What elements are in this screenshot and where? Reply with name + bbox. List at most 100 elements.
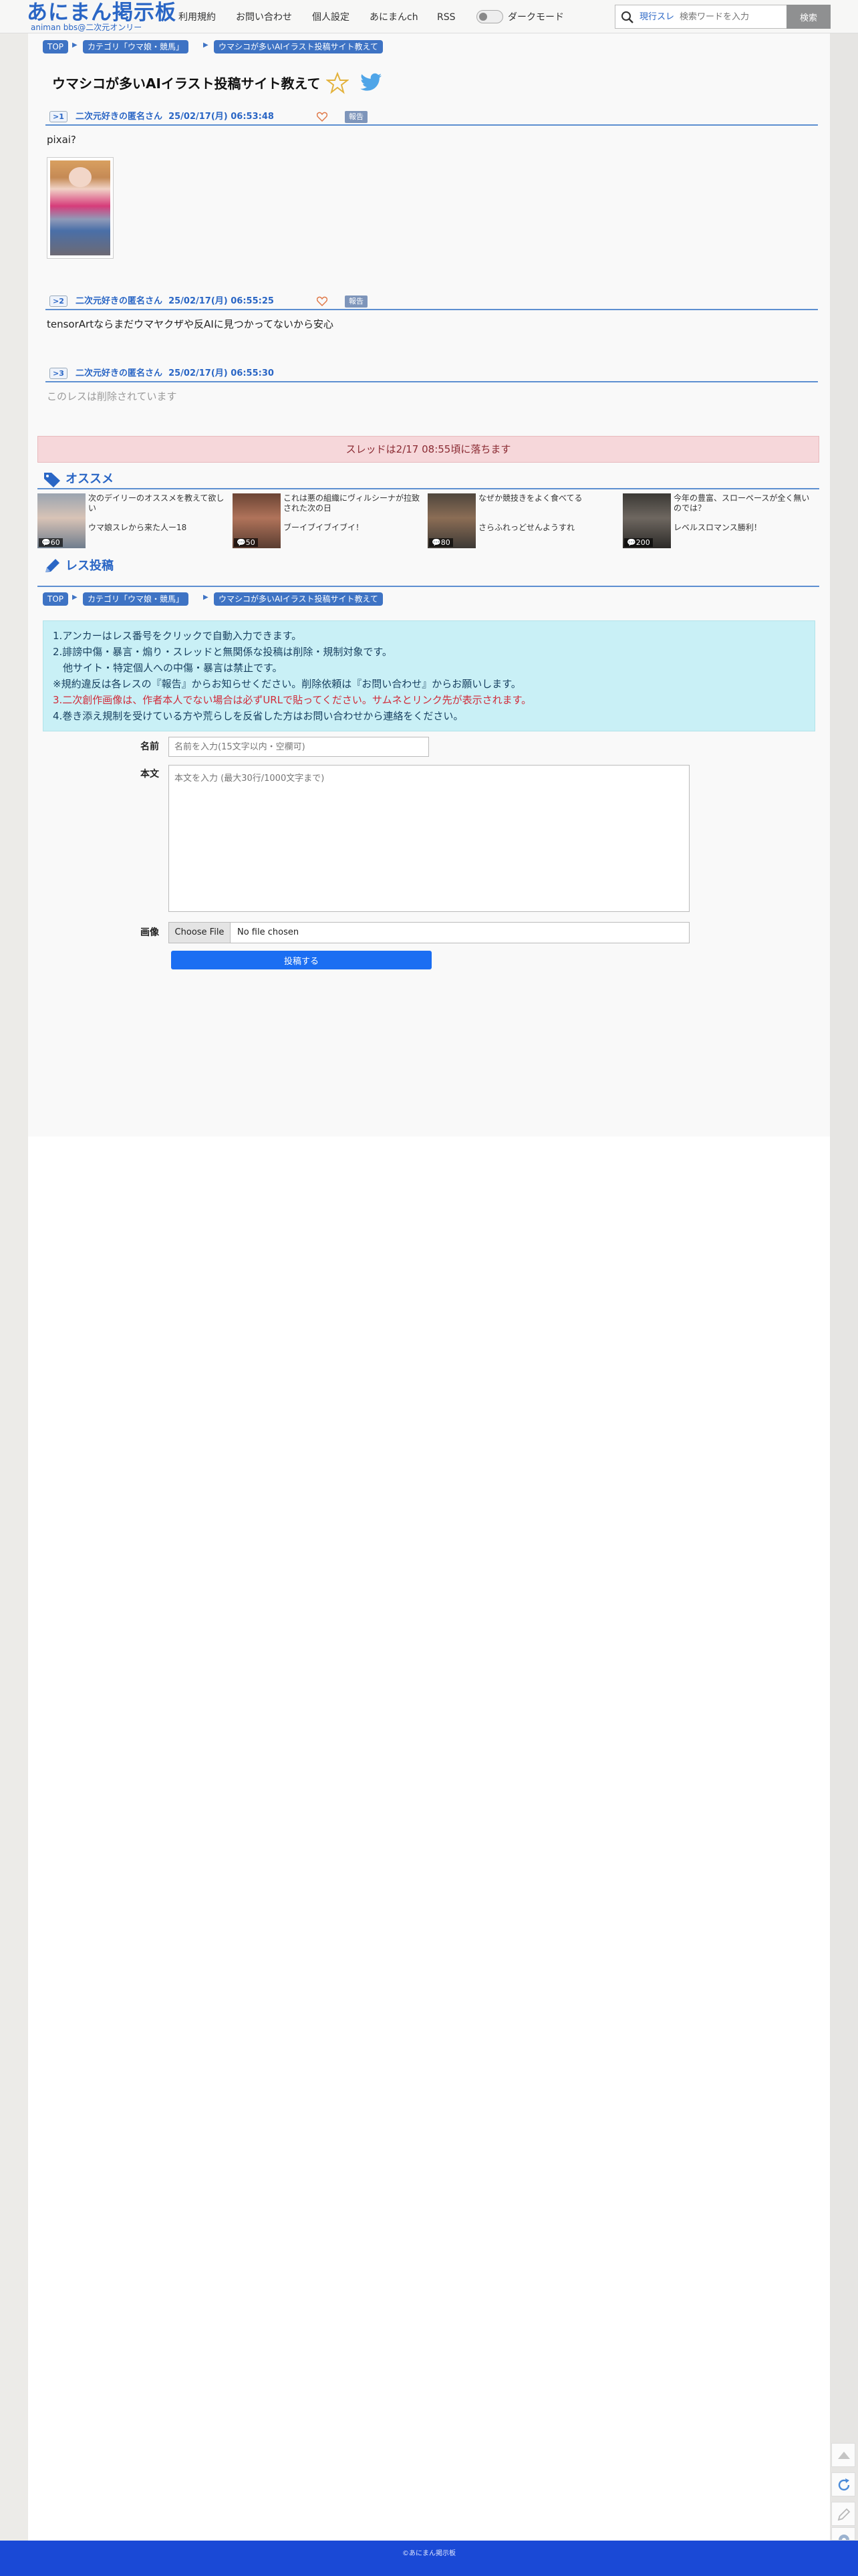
search-trend-link[interactable]: 現行スレ (639, 11, 674, 23)
post-date: 25/02/17(月) 06:55:30 (168, 368, 274, 378)
post-author-date: 二次元好きの匿名さん 25/02/17(月) 06:55:30 (76, 367, 274, 380)
reply-count: 80 (440, 538, 450, 547)
logo-subtitle: animan bbs@二次元オンリー (31, 23, 142, 32)
recommend-thumbnail: 💬80 (428, 493, 476, 548)
site-logo[interactable]: あにまん掲示板 animan bbs@二次元オンリー (27, 1, 176, 32)
thread-title: ウマシコが多いAIイラスト投稿サイト教えて (52, 76, 321, 92)
footer-copyright: ©あにまん掲示板 (402, 2550, 456, 2557)
breadcrumb-top[interactable]: TOP (43, 592, 69, 606)
reply-count: 50 (245, 538, 255, 547)
reply-count-badge: 💬60 (39, 538, 63, 547)
submit-button[interactable]: 投稿する (171, 951, 432, 969)
heart-icon[interactable] (317, 296, 327, 306)
search-button[interactable]: 検索 (786, 5, 831, 29)
recommend-item[interactable]: 💬80 なぜか競技きをよく食べてる さらふれっどせんようすれ (428, 493, 620, 548)
post-author: 二次元好きの匿名さん (76, 112, 163, 122)
dark-mode-label: ダークモード (508, 12, 564, 23)
recommend-item-title: 次のデイリーのオススメを教えて欲しい (88, 493, 225, 513)
recommend-item[interactable]: 💬50 これは悪の組織にヴィルシーナが拉致された次の日 ブーイブイブイブイ！ (233, 493, 425, 548)
settings-button[interactable] (831, 2527, 855, 2541)
recommend-thumbnail: 💬200 (623, 493, 671, 548)
write-button[interactable] (831, 2502, 855, 2526)
section-divider (37, 586, 819, 587)
post-anchor-number[interactable]: >2 (49, 296, 67, 307)
posting-rules: 1.アンカーはレス番号をクリックで自動入力できます。 2.誹謗中傷・暴言・煽り・… (43, 620, 815, 731)
arrow-up-icon (838, 2452, 850, 2459)
reply-count: 60 (50, 538, 60, 547)
post-date: 25/02/17(月) 06:55:25 (168, 296, 274, 306)
nav-animanch-link[interactable]: あにまんch (370, 11, 418, 24)
file-status: No file chosen (237, 927, 299, 937)
name-input[interactable] (168, 737, 429, 757)
reload-button[interactable] (831, 2472, 855, 2496)
recommend-item[interactable]: 💬200 今年の豊富、スローペースが全く無いのでは？ レベルスロマンス勝利！ (623, 493, 815, 548)
search-box: 現行スレ 検索 (615, 5, 831, 29)
reply-title: レス投稿 (65, 559, 114, 573)
recommend-item-title: これは悪の組織にヴィルシーナが拉致された次の日 (283, 493, 420, 513)
post-author-date: 二次元好きの匿名さん 25/02/17(月) 06:55:25 (76, 295, 274, 308)
rule-line: 1.アンカーはレス番号をクリックで自動入力できます。 (53, 630, 302, 642)
site-header: あにまん掲示板 animan bbs@二次元オンリー 利用規約 お問い合わせ 個… (0, 0, 858, 33)
heart-icon[interactable] (317, 112, 327, 122)
breadcrumb-category[interactable]: カテゴリ「ウマ娘・競馬」 (83, 592, 189, 606)
reply-count-badge: 💬80 (429, 538, 453, 547)
breadcrumb-current[interactable]: ウマシコが多いAIイラスト投稿サイト教えて (214, 592, 383, 606)
reply-count-badge: 💬50 (234, 538, 258, 547)
gear-icon (839, 2535, 849, 2540)
right-rail (830, 33, 858, 2541)
tag-icon (44, 473, 60, 487)
recommend-item-title: 今年の豊富、スローペースが全く無いのでは？ (674, 493, 810, 513)
dark-mode-toggle[interactable] (476, 10, 503, 23)
recommend-item-subtitle: レベルスロマンス勝利！ (674, 523, 762, 532)
breadcrumb-separator-icon: ▶ (72, 41, 78, 49)
logo-title: あにまん掲示板 (27, 1, 176, 25)
report-button[interactable]: 報告 (345, 296, 368, 308)
recommend-item[interactable]: 💬60 次のデイリーのオススメを教えて欲しい ウマ娘スレから来た人ー18 (37, 493, 230, 548)
post-number: 1 (59, 112, 64, 121)
post-header: >1 二次元好きの匿名さん 25/02/17(月) 06:53:48 報告 (45, 110, 818, 126)
breadcrumb-separator-icon: ▶ (203, 41, 208, 49)
breadcrumb-category[interactable]: カテゴリ「ウマ娘・競馬」 (83, 40, 189, 53)
body-textarea[interactable] (168, 765, 690, 912)
main-content: TOP ▶ カテゴリ「ウマ娘・競馬」 ▶ ウマシコが多いAIイラスト投稿サイト教… (28, 33, 830, 2541)
site-footer: ©あにまん掲示板 (0, 2541, 858, 2576)
recommend-item-subtitle: さらふれっどせんようすれ (478, 523, 575, 532)
rule-line-warning: 3.二次創作画像は、作者本人でない場合は必ずURLで貼ってください。サムネとリン… (53, 694, 532, 706)
post-image-thumbnail[interactable] (47, 157, 114, 259)
breadcrumb-current[interactable]: ウマシコが多いAIイラスト投稿サイト教えて (214, 40, 383, 53)
reload-icon (838, 2478, 850, 2491)
post-author: 二次元好きの匿名さん (76, 368, 163, 378)
search-input[interactable] (680, 9, 786, 25)
pencil-icon (45, 559, 59, 572)
post-author-date: 二次元好きの匿名さん 25/02/17(月) 06:53:48 (76, 110, 274, 124)
recommend-thumbnail: 💬60 (37, 493, 86, 548)
nav-rss-link[interactable]: RSS (437, 11, 456, 24)
nav-terms-link[interactable]: 利用規約 (178, 11, 216, 24)
post-number: 3 (59, 369, 64, 378)
favorite-star-icon[interactable] (326, 72, 349, 94)
recommend-title: オススメ (65, 472, 114, 486)
post-header: >3 二次元好きの匿名さん 25/02/17(月) 06:55:30 (45, 366, 818, 382)
nav-contact-link[interactable]: お問い合わせ (236, 11, 292, 24)
post-anchor-number[interactable]: >3 (49, 368, 67, 379)
search-icon (621, 11, 633, 23)
toggle-knob (479, 13, 487, 21)
report-button[interactable]: 報告 (345, 111, 368, 123)
twitter-share-icon[interactable] (360, 73, 382, 93)
choose-file-button[interactable]: Choose File (169, 923, 231, 943)
breadcrumb-separator-icon: ▶ (203, 594, 208, 601)
breadcrumb-separator-icon: ▶ (72, 594, 78, 601)
post-body: pixai? (47, 134, 76, 146)
post-anchor-number[interactable]: >1 (49, 111, 67, 122)
post-header: >2 二次元好きの匿名さん 25/02/17(月) 06:55:25 報告 (45, 294, 818, 310)
breadcrumb-top[interactable]: TOP (43, 40, 69, 53)
image-file-input[interactable]: Choose File No file chosen (168, 922, 690, 943)
content-background (28, 33, 830, 1137)
rule-line: 2.誹謗中傷・暴言・煽り・スレッドと無関係な投稿は削除・規制対象です。 (53, 646, 392, 658)
scroll-top-button[interactable] (831, 2443, 855, 2467)
post-number: 2 (59, 297, 64, 306)
section-divider (37, 488, 819, 489)
reply-count-badge: 💬200 (624, 538, 653, 547)
nav-settings-link[interactable]: 個人設定 (312, 11, 349, 24)
body-label: 本文 (140, 769, 159, 780)
